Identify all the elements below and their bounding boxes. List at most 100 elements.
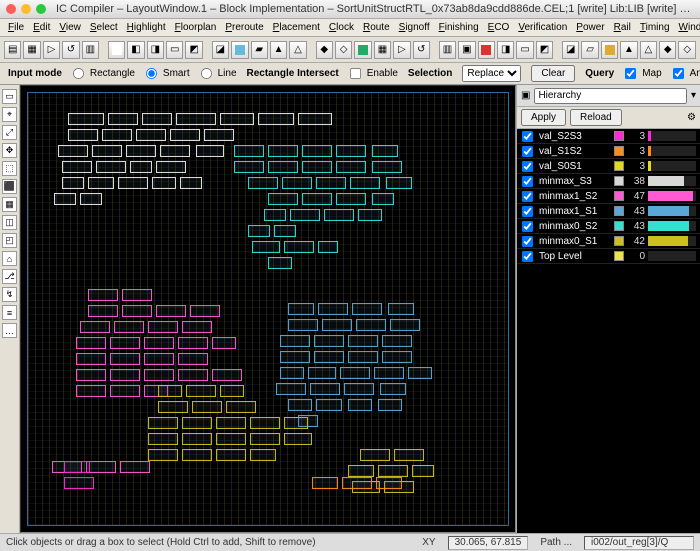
layout-cell[interactable]	[264, 209, 286, 221]
menu-verification[interactable]: Verification	[514, 20, 571, 35]
layout-cell[interactable]	[220, 113, 254, 125]
tool-button[interactable]: ◇	[678, 41, 695, 59]
layout-cell[interactable]	[276, 383, 306, 395]
menu-view[interactable]: View	[55, 20, 85, 35]
tool-button[interactable]: ◇	[335, 41, 352, 59]
layout-cell[interactable]	[382, 335, 412, 347]
layout-cell[interactable]	[122, 305, 152, 317]
layout-cell[interactable]	[360, 449, 390, 461]
layout-cell[interactable]	[148, 449, 178, 461]
layout-cell[interactable]	[64, 477, 94, 489]
layout-cell[interactable]	[378, 399, 402, 411]
layout-cell[interactable]	[250, 449, 276, 461]
side-tool[interactable]: ◫	[2, 215, 17, 230]
layout-cell[interactable]	[92, 145, 122, 157]
menu-route[interactable]: Route	[359, 20, 394, 35]
layout-cell[interactable]	[64, 461, 90, 473]
layout-cell[interactable]	[182, 417, 212, 429]
layout-cell[interactable]	[108, 113, 138, 125]
menu-select[interactable]: Select	[86, 20, 122, 35]
layout-cell[interactable]	[80, 321, 110, 333]
tool-button[interactable]: ▭	[516, 41, 533, 59]
layout-cell[interactable]	[120, 461, 150, 473]
layout-cell[interactable]	[180, 177, 202, 189]
hierarchy-row[interactable]: Top Level0	[517, 249, 700, 264]
layout-cell[interactable]	[110, 369, 140, 381]
tool-button[interactable]: ▭	[166, 41, 183, 59]
layout-cell[interactable]	[282, 177, 312, 189]
layout-cell[interactable]	[110, 385, 140, 397]
hierarchy-row[interactable]: minmax1_S143	[517, 204, 700, 219]
hierarchy-row[interactable]: minmax0_S142	[517, 234, 700, 249]
tool-button[interactable]: ▲	[620, 41, 637, 59]
tool-button[interactable]: △	[640, 41, 657, 59]
apply-button[interactable]: Apply	[521, 109, 566, 126]
layout-cell[interactable]	[220, 385, 244, 397]
side-tool[interactable]: ✥	[2, 143, 17, 158]
layout-cell[interactable]	[148, 417, 178, 429]
layout-cell[interactable]	[156, 305, 186, 317]
layout-cell[interactable]	[158, 385, 182, 397]
side-tool[interactable]: ⌂	[2, 251, 17, 266]
tool-button[interactable]: ↺	[62, 41, 79, 59]
hierarchy-row[interactable]: val_S0S13	[517, 159, 700, 174]
side-tool[interactable]: ⤢	[2, 125, 17, 140]
menu-placement[interactable]: Placement	[269, 20, 324, 35]
layout-cell[interactable]	[386, 177, 412, 189]
menu-file[interactable]: File	[4, 20, 28, 35]
layout-cell[interactable]	[110, 353, 140, 365]
layout-cell[interactable]	[114, 321, 144, 333]
tool-button[interactable]: ▥	[439, 41, 456, 59]
layout-cell[interactable]	[374, 367, 404, 379]
menu-finishing[interactable]: Finishing	[435, 20, 483, 35]
layout-cell[interactable]	[280, 335, 310, 347]
layout-cell[interactable]	[102, 129, 132, 141]
tool-button[interactable]: ◪	[212, 41, 229, 59]
layout-cell[interactable]	[314, 351, 344, 363]
menu-clock[interactable]: Clock	[325, 20, 358, 35]
layout-cell[interactable]	[252, 241, 280, 253]
layout-cell[interactable]	[148, 321, 178, 333]
layout-cell[interactable]	[288, 303, 314, 315]
hierarchy-title-field[interactable]	[534, 88, 687, 104]
layout-cell[interactable]	[76, 385, 106, 397]
layout-cell[interactable]	[58, 145, 88, 157]
tool-button[interactable]: ▥	[82, 41, 99, 59]
minimize-icon[interactable]	[21, 4, 31, 14]
layout-cell[interactable]	[318, 241, 338, 253]
layout-cell[interactable]	[268, 161, 298, 173]
layout-cell[interactable]	[144, 369, 174, 381]
row-toggle[interactable]	[522, 130, 533, 141]
layout-cell[interactable]	[372, 193, 394, 205]
tool-button[interactable]: ▦	[23, 41, 40, 59]
tool-button[interactable]: ◨	[147, 41, 164, 59]
rectangle-radio[interactable]: Rectangle	[72, 67, 135, 80]
menu-edit[interactable]: Edit	[29, 20, 54, 35]
side-tool[interactable]: …	[2, 323, 17, 338]
layout-cell[interactable]	[160, 145, 190, 157]
side-tool[interactable]: ▦	[2, 197, 17, 212]
tool-button[interactable]: ▦	[374, 41, 391, 59]
layout-cell[interactable]	[178, 337, 208, 349]
layout-cell[interactable]	[378, 465, 408, 477]
layout-cell[interactable]	[148, 433, 178, 445]
tool-button[interactable]	[231, 41, 248, 59]
tool-button[interactable]: ◆	[659, 41, 676, 59]
layout-cell[interactable]	[88, 177, 114, 189]
side-tool[interactable]: ≡	[2, 305, 17, 320]
side-tool[interactable]: ⌖	[2, 107, 17, 122]
row-toggle[interactable]	[522, 175, 533, 186]
layout-cell[interactable]	[130, 161, 152, 173]
enable-checkbox[interactable]: Enable	[349, 67, 398, 80]
layout-cell[interactable]	[234, 145, 264, 157]
layout-cell[interactable]	[342, 477, 372, 489]
row-toggle[interactable]	[522, 235, 533, 246]
tool-button[interactable]: △	[289, 41, 306, 59]
hierarchy-row[interactable]: minmax_S338	[517, 174, 700, 189]
layout-cell[interactable]	[358, 209, 382, 221]
layout-cell[interactable]	[144, 353, 174, 365]
layout-cell[interactable]	[216, 433, 246, 445]
tool-button[interactable]: ◩	[185, 41, 202, 59]
line-radio[interactable]: Line	[200, 67, 237, 80]
layout-cell[interactable]	[388, 303, 414, 315]
